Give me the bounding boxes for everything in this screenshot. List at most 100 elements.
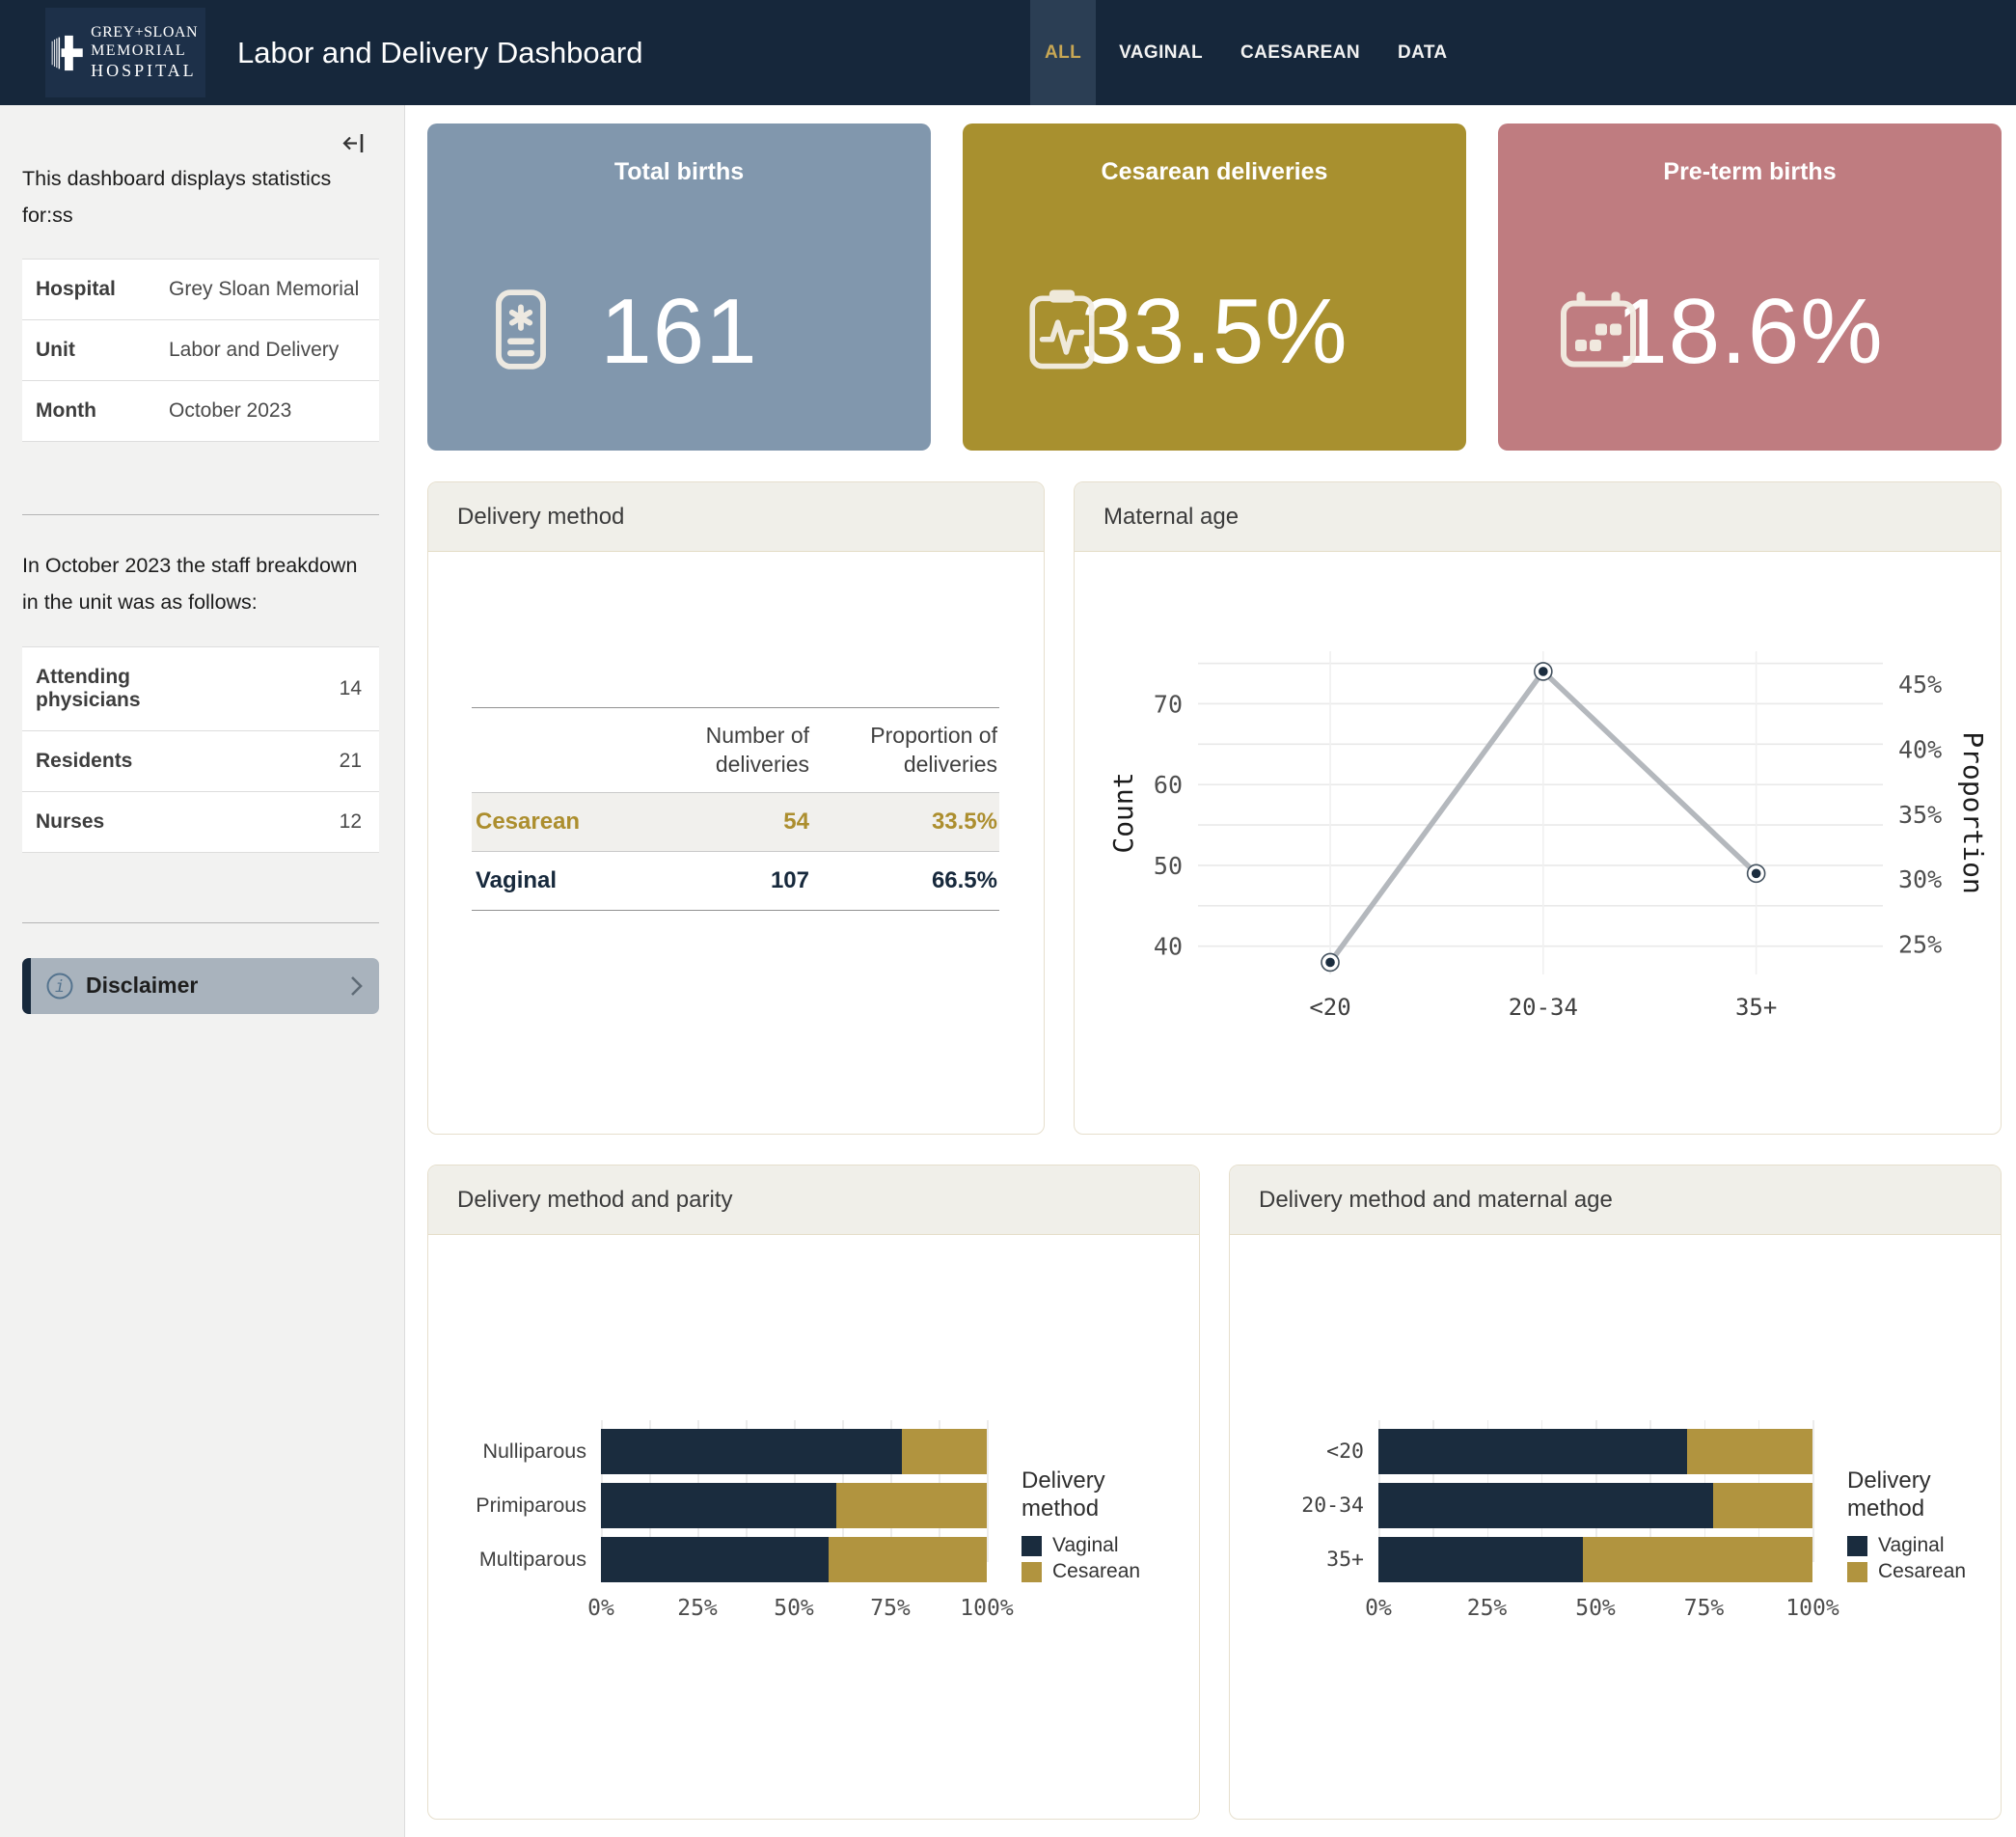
hospital-logo-text: GREY+SLOAN MEMORIAL HOSPITAL <box>91 24 198 81</box>
staff-count: 14 <box>155 646 379 730</box>
tab-all[interactable]: ALL <box>1030 0 1096 105</box>
sidebar-divider <box>22 922 379 923</box>
table-row: Hospital Grey Sloan Memorial <box>22 260 379 320</box>
bar-category-label: <20 <box>1243 1439 1378 1464</box>
svg-text:35%: 35% <box>1898 801 1942 829</box>
bar-row: 35+ <box>1243 1537 1812 1582</box>
x-axis-tick: 0% <box>587 1596 614 1621</box>
main-content: Total births 161 <box>405 105 2016 1837</box>
cell-proportion: 66.5% <box>811 852 999 911</box>
card-title: Delivery method <box>428 482 1044 552</box>
sidebar-intro-text: This dashboard displays statistics for:s… <box>22 161 379 233</box>
info-label: Unit <box>22 320 155 381</box>
bar-category-label: 35+ <box>1243 1548 1378 1572</box>
card-title: Delivery method and maternal age <box>1230 1165 2001 1235</box>
hospital-logo: GREY+SLOAN MEMORIAL HOSPITAL <box>45 8 205 97</box>
table-header-row: Number of deliveries Proportion of deliv… <box>472 707 999 793</box>
maternal-age-line-chart: 4050607025%30%35%40%45%<2020-3435+CountP… <box>1084 632 1991 1054</box>
card-title: Maternal age <box>1075 482 2001 552</box>
legend-title: Delivery method <box>1847 1467 1953 1523</box>
info-label: Hospital <box>22 260 155 320</box>
delivery-method-table: Number of deliveries Proportion of deliv… <box>472 707 999 912</box>
svg-text:35+: 35+ <box>1735 994 1777 1021</box>
legend-swatch <box>1847 1536 1867 1556</box>
bar-row: <20 <box>1243 1429 1812 1474</box>
bar-segment-cesarean <box>829 1537 987 1582</box>
x-axis-tick: 50% <box>1575 1596 1616 1621</box>
bar-segment-cesarean <box>1713 1483 1813 1528</box>
svg-text:20-34: 20-34 <box>1509 994 1578 1021</box>
bar-category-label: Multiparous <box>442 1548 601 1572</box>
info-label: Month <box>22 381 155 442</box>
hospital-cross-icon <box>51 21 85 85</box>
x-axis-tick: 25% <box>677 1596 718 1621</box>
sidebar: This dashboard displays statistics for:s… <box>0 105 405 1837</box>
svg-text:Proportion: Proportion <box>1957 731 1989 894</box>
svg-text:50: 50 <box>1154 852 1183 880</box>
table-row-cesarean: Cesarean 54 33.5% <box>472 793 999 852</box>
x-axis-tick: 25% <box>1467 1596 1508 1621</box>
tab-caesarean[interactable]: CAESAREAN <box>1226 0 1375 105</box>
bar-segment-vaginal <box>601 1483 836 1528</box>
info-value: Grey Sloan Memorial <box>155 260 379 320</box>
info-icon: i <box>45 972 74 1001</box>
x-axis-tick: 75% <box>870 1596 911 1621</box>
logo-line2: MEMORIAL <box>91 42 198 61</box>
bar-segment-cesarean <box>902 1429 987 1474</box>
chevron-right-icon <box>350 974 364 998</box>
bar-row: Multiparous <box>442 1537 987 1582</box>
bar-segment-vaginal <box>1378 1429 1687 1474</box>
page-title: Labor and Delivery Dashboard <box>237 36 642 70</box>
bar-category-label: Nulliparous <box>442 1439 601 1464</box>
sidebar-collapse-icon[interactable] <box>341 130 368 161</box>
clipboard-pulse-icon <box>1022 287 1102 376</box>
info-value: Labor and Delivery <box>155 320 379 381</box>
svg-text:i: i <box>55 977 65 997</box>
staff-label: Residents <box>22 730 155 791</box>
row-label: Vaginal <box>472 852 618 911</box>
svg-text:70: 70 <box>1154 690 1183 718</box>
staff-table: Attending physicians 14 Residents 21 Nur… <box>22 646 379 853</box>
age-bars-card: Delivery method and maternal age <20 20-3… <box>1229 1165 2002 1820</box>
x-axis-tick: 50% <box>774 1596 814 1621</box>
table-row: Month October 2023 <box>22 381 379 442</box>
legend-item: Vaginal <box>1847 1534 1966 1557</box>
cell-count: 54 <box>618 793 811 852</box>
legend-swatch <box>1022 1536 1042 1556</box>
value-box-title: Cesarean deliveries <box>963 123 1466 186</box>
svg-text:60: 60 <box>1154 771 1183 799</box>
legend-item: Vaginal <box>1022 1534 1140 1557</box>
bar-category-label: 20-34 <box>1243 1494 1378 1518</box>
app-header: GREY+SLOAN MEMORIAL HOSPITAL Labor and D… <box>0 0 2016 105</box>
disclaimer-button[interactable]: i Disclaimer <box>22 958 379 1014</box>
table-row: Unit Labor and Delivery <box>22 320 379 381</box>
svg-text:45%: 45% <box>1898 671 1942 699</box>
maternal-age-card: Maternal age 4050607025%30%35%40%45%<202… <box>1074 481 2002 1135</box>
logo-line1: GREY+SLOAN <box>91 24 198 42</box>
value-box-total-births: Total births 161 <box>427 123 931 451</box>
bar-segment-vaginal <box>601 1429 902 1474</box>
staff-intro-text: In October 2023 the staff breakdown in t… <box>22 548 379 620</box>
svg-text:30%: 30% <box>1898 865 1942 893</box>
info-value: October 2023 <box>155 381 379 442</box>
x-axis-tick: 100% <box>960 1596 1013 1621</box>
svg-text:40: 40 <box>1154 933 1183 961</box>
tab-vaginal[interactable]: VAGINAL <box>1104 0 1217 105</box>
value-box-value: 33.5% <box>1080 279 1348 385</box>
staff-count: 21 <box>155 730 379 791</box>
svg-text:25%: 25% <box>1898 931 1942 959</box>
logo-line3: HOSPITAL <box>91 61 198 81</box>
tab-data[interactable]: DATA <box>1383 0 1462 105</box>
staff-count: 12 <box>155 791 379 852</box>
main-nav: ALL VAGINAL CAESAREAN DATA <box>1030 0 1471 105</box>
row-label: Cesarean <box>472 793 618 852</box>
age-stacked-bar-chart: <2020-3435+0%25%50%75%100%Delivery metho… <box>1230 1429 2001 1625</box>
parity-card: Delivery method and parity Nulliparous Pr… <box>427 1165 1200 1820</box>
bar-category-label: Primiparous <box>442 1494 601 1518</box>
value-box-row: Total births 161 <box>427 123 2002 451</box>
svg-text:<20: <20 <box>1309 994 1350 1021</box>
value-box-title: Total births <box>427 123 931 186</box>
table-row: Nurses 12 <box>22 791 379 852</box>
value-box-title: Pre-term births <box>1498 123 2002 186</box>
card-title: Delivery method and parity <box>428 1165 1199 1235</box>
